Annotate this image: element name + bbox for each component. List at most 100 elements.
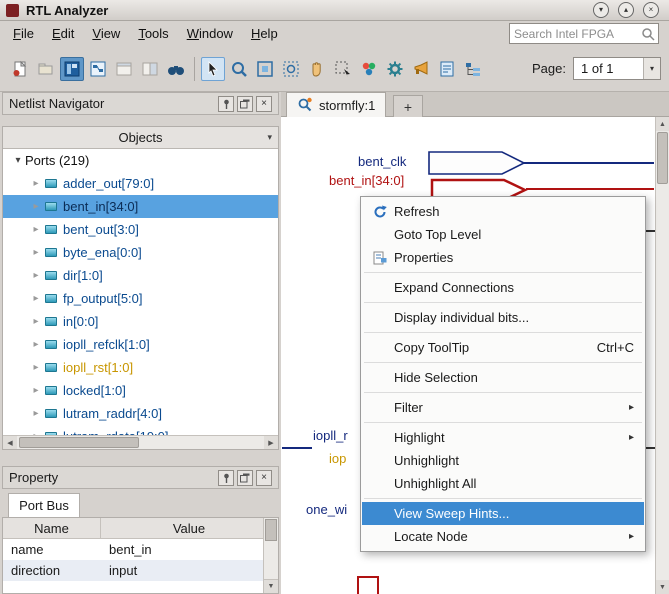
tree-item-fp-output[interactable]: ▸fp_output[5:0] — [3, 287, 278, 310]
menu-item-display-individual-bits[interactable]: Display individual bits... — [362, 306, 644, 329]
tree-horizontal-scrollbar[interactable]: ◀ ▶ — [3, 435, 278, 449]
expand-arrow-icon[interactable]: ▸ — [29, 339, 43, 350]
expand-arrow-icon[interactable]: ▸ — [29, 293, 43, 304]
menu-window[interactable]: Window — [178, 23, 242, 44]
wire-bent-in[interactable] — [526, 188, 654, 190]
fit-view-button[interactable] — [253, 57, 277, 81]
menu-item-locate-node[interactable]: Locate Node▸ — [362, 525, 644, 548]
tree-item-locked[interactable]: ▸locked[1:0] — [3, 379, 278, 402]
signal-label-iopll-rst-clipped[interactable]: iop — [329, 451, 346, 466]
float-panel-button[interactable] — [112, 57, 136, 81]
signal-label-one-wire-clipped[interactable]: one_wi — [306, 502, 347, 517]
column-header-value[interactable]: Value — [101, 518, 278, 538]
canvas-vertical-scrollbar[interactable]: ▲ ▼ — [655, 117, 669, 594]
table-row[interactable]: name bent_in — [3, 539, 278, 560]
float-panel-button[interactable] — [237, 96, 253, 112]
menu-edit[interactable]: Edit — [43, 23, 83, 44]
expand-arrow-icon[interactable]: ▸ — [29, 270, 43, 281]
maximize-button[interactable]: ▴ — [618, 2, 634, 18]
report-button[interactable] — [435, 57, 459, 81]
tree-item-iopll-rst[interactable]: ▸iopll_rst[1:0] — [3, 356, 278, 379]
tree-item-bent-in[interactable]: ▸bent_in[34:0] — [3, 195, 278, 218]
close-panel-button[interactable]: × — [256, 96, 272, 112]
signal-label-bent-in[interactable]: bent_in[34:0] — [329, 173, 404, 188]
menu-view[interactable]: View — [83, 23, 129, 44]
close-panel-button[interactable]: × — [256, 470, 272, 486]
menu-item-properties[interactable]: Properties — [362, 246, 644, 269]
menu-item-hide-selection[interactable]: Hide Selection — [362, 366, 644, 389]
column-header-name[interactable]: Name — [3, 518, 101, 538]
tree-item-iopll-refclk[interactable]: ▸iopll_refclk[1:0] — [3, 333, 278, 356]
expand-arrow-icon[interactable]: ▸ — [29, 362, 43, 373]
tree-item-partial[interactable]: ▸lutram_rdata[19:0] — [3, 425, 278, 435]
pin-panel-button[interactable] — [218, 470, 234, 486]
combo-dropdown-icon[interactable]: ▾ — [643, 58, 660, 79]
settings-button[interactable] — [383, 57, 407, 81]
find-button[interactable] — [164, 57, 188, 81]
hierarchy-button[interactable] — [461, 57, 485, 81]
search-input[interactable] — [510, 25, 638, 42]
menu-item-refresh[interactable]: Refresh — [362, 200, 644, 223]
wire-segment[interactable] — [282, 447, 312, 449]
table-row[interactable]: direction input — [3, 560, 278, 581]
expand-arrow-icon[interactable]: ▸ — [29, 247, 43, 258]
menu-item-expand-connections[interactable]: Expand Connections — [362, 276, 644, 299]
scroll-down-icon[interactable]: ▼ — [656, 580, 669, 594]
scroll-down-icon[interactable]: ▼ — [264, 579, 278, 593]
expand-arrow-icon[interactable]: ▸ — [29, 201, 43, 212]
expand-arrow-icon[interactable]: ▸ — [29, 408, 43, 419]
new-tab-button[interactable]: + — [393, 95, 423, 117]
scroll-up-icon[interactable]: ▲ — [656, 117, 669, 131]
page-selector[interactable]: 1 of 1 ▾ — [573, 57, 661, 80]
area-select-button[interactable] — [331, 57, 355, 81]
pin-panel-button[interactable] — [218, 96, 234, 112]
tree-item-bent-out[interactable]: ▸bent_out[3:0] — [3, 218, 278, 241]
partial-port-shape[interactable] — [357, 576, 379, 594]
dock-panel-button[interactable] — [138, 57, 162, 81]
netlist-navigator-toggle-button[interactable] — [60, 57, 84, 81]
expand-arrow-icon[interactable]: ▸ — [29, 385, 43, 396]
open-file-button[interactable] — [34, 57, 58, 81]
menu-item-goto-top-level[interactable]: Goto Top Level — [362, 223, 644, 246]
tree-item-ports[interactable]: ▾Ports (219) — [3, 149, 278, 172]
tree-item-dir[interactable]: ▸dir[1:0] — [3, 264, 278, 287]
new-file-button[interactable] — [8, 57, 32, 81]
zoom-selection-button[interactable] — [279, 57, 303, 81]
signal-label-iopll-refclk-clipped[interactable]: iopll_r — [313, 428, 348, 443]
tree-item-adder-out[interactable]: ▸adder_out[79:0] — [3, 172, 278, 195]
notifications-button[interactable] — [409, 57, 433, 81]
scroll-right-icon[interactable]: ▶ — [264, 436, 278, 449]
menu-tools[interactable]: Tools — [129, 23, 177, 44]
tab-port-bus[interactable]: Port Bus — [8, 493, 80, 517]
highlight-colors-button[interactable] — [357, 57, 381, 81]
scrollbar-thumb[interactable] — [657, 132, 668, 184]
tree-item-in[interactable]: ▸in[0:0] — [3, 310, 278, 333]
wire-segment[interactable] — [646, 447, 655, 449]
float-panel-button[interactable] — [237, 470, 253, 486]
expand-arrow-icon[interactable]: ▸ — [29, 316, 43, 327]
close-button[interactable]: × — [643, 2, 659, 18]
scrollbar-thumb[interactable] — [19, 437, 139, 448]
menu-file[interactable]: File — [4, 23, 43, 44]
port-shape-bent-clk[interactable] — [428, 150, 526, 176]
tree-item-lutram-raddr[interactable]: ▸lutram_raddr[4:0] — [3, 402, 278, 425]
menu-item-view-sweep-hints[interactable]: View Sweep Hints... — [362, 502, 644, 525]
minimize-button[interactable]: ▾ — [593, 2, 609, 18]
collapse-arrow-icon[interactable]: ▾ — [11, 155, 25, 166]
selection-tool-button[interactable] — [201, 57, 225, 81]
objects-header[interactable]: Objects ▾ — [3, 127, 278, 149]
wire-segment[interactable] — [646, 230, 655, 232]
objects-dropdown-icon[interactable]: ▾ — [267, 132, 272, 143]
expand-arrow-icon[interactable]: ▸ — [29, 178, 43, 189]
menu-item-filter[interactable]: Filter▸ — [362, 396, 644, 419]
zoom-tool-button[interactable] — [227, 57, 251, 81]
menu-item-copy-tooltip[interactable]: Copy ToolTipCtrl+C — [362, 336, 644, 359]
scrollbar-thumb[interactable] — [265, 519, 277, 541]
property-vertical-scrollbar[interactable]: ▼ — [263, 518, 278, 593]
tab-stormfly[interactable]: stormfly:1 — [286, 92, 386, 117]
scroll-left-icon[interactable]: ◀ — [3, 436, 17, 449]
wire-bent-clk[interactable] — [524, 162, 654, 164]
tree-item-byte-ena[interactable]: ▸byte_ena[0:0] — [3, 241, 278, 264]
menu-item-highlight[interactable]: Highlight▸ — [362, 426, 644, 449]
signal-label-bent-clk[interactable]: bent_clk — [358, 154, 406, 169]
